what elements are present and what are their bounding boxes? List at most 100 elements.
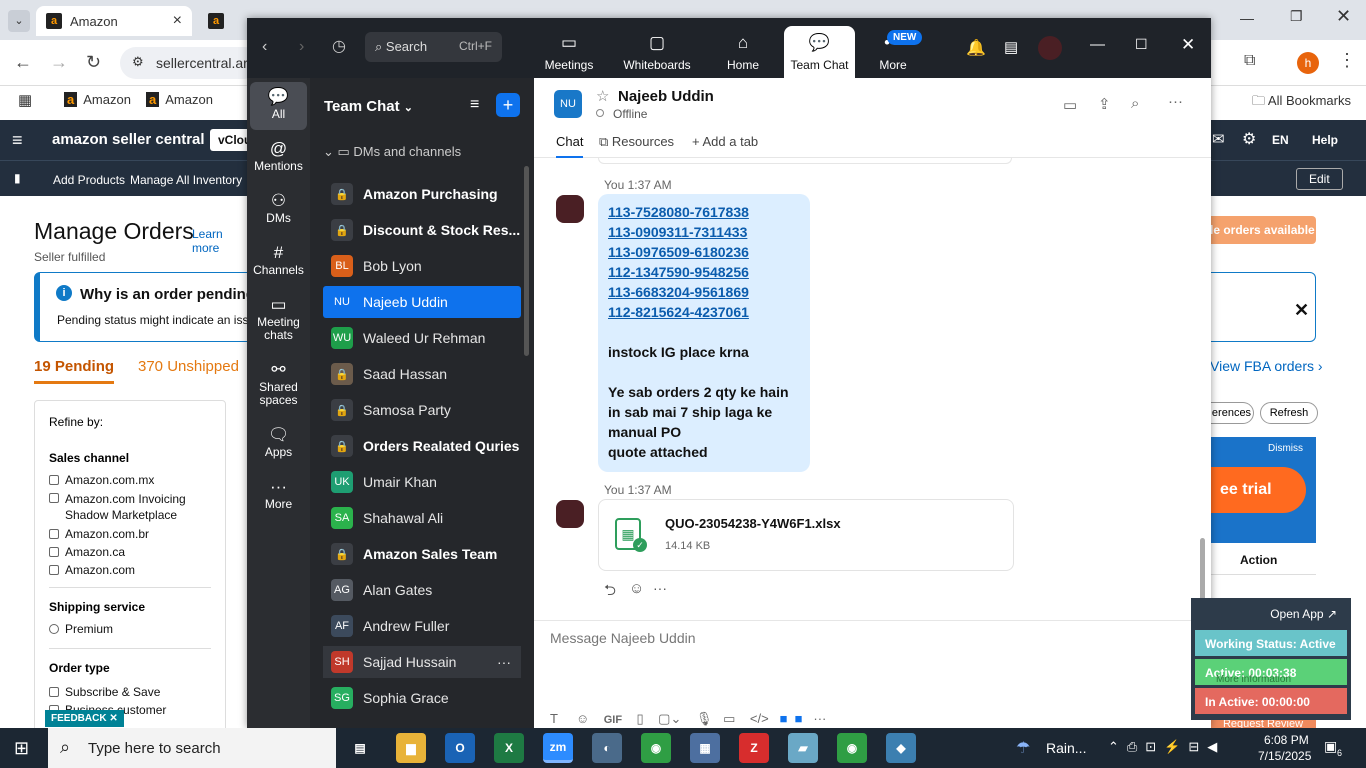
video-call-icon[interactable]: ▭ [1063,96,1077,114]
amazon-logo[interactable]: amazon seller central [52,131,205,148]
notification-bell-icon[interactable]: 🔔 [966,38,986,58]
rail-shared-spaces[interactable]: ⚯ Shared spaces [247,361,310,407]
more-dots-icon[interactable]: ··· [813,711,826,726]
more-options-icon[interactable]: ··· [497,654,511,670]
menu-dots-icon[interactable]: ⋮ [1338,50,1356,71]
reload-icon[interactable]: ↻ [86,52,101,73]
app-icon[interactable]: ◆ [886,733,916,763]
restore-icon[interactable]: ❐ [1290,8,1303,25]
weather-icon[interactable]: ☂ [1016,738,1030,758]
user-avatar[interactable] [1038,36,1062,60]
extensions-icon[interactable]: ⧉ [1244,52,1255,70]
minimize-icon[interactable]: — [1090,36,1105,53]
rail-apps[interactable]: 🗨 Apps [247,426,310,459]
zoom-app-icon[interactable]: zm [543,733,573,763]
more-options-icon[interactable]: ··· [1168,93,1183,110]
filezilla-icon[interactable]: Z [739,733,769,763]
nav-home[interactable]: ⌂ Home [703,18,783,78]
back-icon[interactable]: ← [14,52,32,73]
order-link[interactable]: 112-8215624-4237061 [608,302,800,322]
rail-mentions[interactable]: @ Mentions [247,140,310,173]
order-link[interactable]: 113-0909311-7311433 [608,222,800,242]
tab-search-button[interactable]: ⌄ [8,10,30,32]
order-link[interactable]: 113-6683204-9561869 [608,282,800,302]
close-icon[interactable]: ✕ [1181,35,1195,55]
feedback-button[interactable]: FEEDBACK ✕ [45,710,124,727]
code-icon[interactable]: </> [750,711,776,726]
channel-item[interactable]: 🔒 Amazon Sales Team [323,538,521,570]
language-select[interactable]: EN [1272,133,1289,147]
new-chat-button[interactable]: + [496,93,520,117]
share-screen-icon[interactable]: ⇪ [1098,95,1111,113]
tab-chat[interactable]: Chat [556,134,584,158]
apps-grid-icon[interactable]: ▦ [18,91,32,109]
forward-arrow-icon[interactable]: › [299,38,304,56]
close-window-icon[interactable]: ✕ [1336,6,1351,27]
filter-icon[interactable]: ≡ [470,96,479,114]
rail-more[interactable]: ··· More [247,478,310,511]
order-link[interactable]: 112-1347590-9548256 [608,262,800,282]
channel-item[interactable]: 🔒 Orders Realated Quries [323,430,521,462]
calendar-icon[interactable]: ▤ [1004,38,1018,56]
refresh-button[interactable]: Refresh [1260,402,1318,424]
learn-more-link[interactable]: Learn more [192,227,247,255]
order-link[interactable]: 113-0976509-6180236 [608,242,800,262]
nav-add-products[interactable]: Add Products [53,173,125,187]
calculator-icon[interactable]: ▦ [690,733,720,763]
emoji-icon[interactable]: ☺ [576,711,600,726]
preferences-button[interactable]: erences [1210,402,1254,424]
channel-item[interactable]: SG Sophia Grace [323,682,521,714]
channel-checkbox[interactable]: Amazon.com [49,563,211,577]
forward-icon[interactable]: → [50,52,68,73]
screenshot-icon[interactable]: ▢⌄ [658,711,692,726]
orders-available-banner[interactable]: le orders available [1210,216,1316,244]
zoom-search-box[interactable]: ⌕ Search Ctrl+F [365,32,502,62]
more-actions-icon[interactable]: ··· [653,580,667,596]
panel-title[interactable]: Team Chat ⌄ [324,98,413,115]
chrome-icon[interactable]: ◉ [641,733,671,763]
tab-unshipped[interactable]: 370 Unshipped [138,358,239,375]
browser-tab[interactable]: a [198,6,248,36]
clock-time[interactable]: 6:08 PM [1264,733,1309,747]
close-icon[interactable]: × [173,12,182,30]
tab-resources[interactable]: ⧉ Resources [599,134,674,150]
premium-radio[interactable]: Premium [49,622,211,636]
channel-item[interactable]: AF Andrew Fuller [323,610,521,642]
compose-input[interactable]: Message Najeeb Uddin [550,630,696,646]
free-trial-button[interactable]: ee trial [1210,467,1306,513]
site-info-icon[interactable]: ⚙ [132,54,144,70]
notification-center-icon[interactable]: ▣ [1324,738,1337,755]
hamburger-icon[interactable]: ≡ [12,130,23,151]
text-format-icon[interactable]: T [550,711,572,726]
app-icon[interactable]: ◐ [592,733,622,763]
file-attachment[interactable]: ▦ ✓ QUO-23054238-Y4W6F1.xlsx 14.14 KB [598,499,1014,571]
open-app-button[interactable]: Open App ↗ [1195,600,1347,624]
channel-scrollbar[interactable] [524,166,529,356]
order-link[interactable]: 113-7528080-7617838 [608,202,800,222]
tab-pending[interactable]: 19 Pending [34,358,115,384]
contact-avatar[interactable]: NU [554,90,582,118]
mail-icon[interactable]: ✉ [1212,130,1225,148]
bookmark-icon[interactable]: ▮ [14,171,21,185]
bookmark-item[interactable]: a Amazon [146,92,213,107]
channel-item[interactable]: 🔒 Saad Hassan [323,358,521,390]
taskbar-search[interactable]: ⌕ Type here to search [48,728,336,768]
more-information-link[interactable]: More information [1216,674,1291,685]
channel-item[interactable]: SH Sajjad Hussain ··· [323,646,521,678]
channel-item[interactable]: SA Shahawal Ali [323,502,521,534]
message-bubble[interactable]: 113-7528080-7617838 113-0909311-7311433 … [598,194,810,472]
task-view-icon[interactable]: ▤ [345,733,375,763]
channel-item[interactable]: 🔒 Discount & Stock Res... [323,214,521,246]
channel-item[interactable]: NU Najeeb Uddin [323,286,521,318]
weather-label[interactable]: Rain... [1046,740,1086,756]
channel-item[interactable]: AG Alan Gates [323,574,521,606]
profile-avatar[interactable]: h [1297,52,1319,74]
chrome-icon[interactable]: ◉ [837,733,867,763]
rail-all[interactable]: 💬 All [247,88,310,121]
bookmark-item[interactable]: a Amazon [64,92,131,107]
dismiss-link[interactable]: Dismiss [1268,443,1303,454]
file-explorer-icon[interactable]: ▆ [396,733,426,763]
file-icon[interactable]: ▯ [626,711,655,726]
maximize-icon[interactable]: ☐ [1135,36,1148,53]
emoji-reaction-icon[interactable]: ☺ [629,580,644,597]
